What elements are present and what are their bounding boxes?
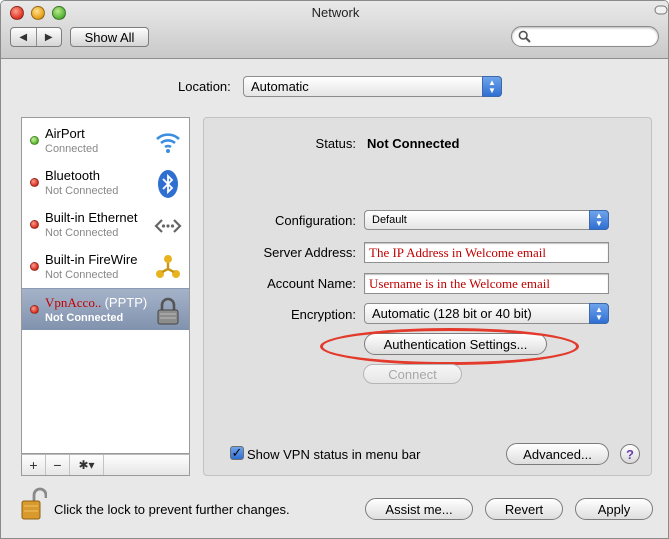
location-value: Automatic	[251, 79, 309, 94]
wifi-icon	[156, 133, 180, 153]
revert-button[interactable]: Revert	[485, 498, 563, 520]
lock-icon[interactable]	[21, 487, 47, 521]
show-vpn-status-label: Show VPN status in menu bar	[247, 447, 421, 462]
encryption-value: Automatic (128 bit or 40 bit)	[372, 306, 532, 321]
service-name: AirPort	[45, 126, 85, 141]
show-all-button[interactable]: Show All	[70, 27, 149, 47]
remove-service-button[interactable]: −	[46, 455, 70, 475]
service-name: Built-in FireWire	[45, 252, 138, 267]
status-value: Not Connected	[367, 136, 460, 151]
service-name-text: VpnAcco..	[45, 295, 102, 310]
location-label: Location:	[178, 79, 231, 94]
service-status: Connected	[45, 143, 99, 155]
back-forward-control: ◀ ▶	[10, 27, 62, 47]
connect-button[interactable]: Connect	[363, 364, 462, 384]
server-address-field[interactable]: The IP Address in Welcome email	[364, 242, 609, 263]
annotation-highlight	[320, 328, 579, 365]
status-indicator-icon	[30, 262, 39, 271]
service-list-toolbar: + − ✱▾	[21, 454, 190, 476]
configuration-label: Configuration:	[275, 213, 356, 228]
service-item-vpn[interactable]: VpnAcco.. (PPTP) Not Connected	[22, 288, 189, 330]
detail-panel	[203, 117, 652, 476]
advanced-button[interactable]: Advanced...	[506, 443, 609, 465]
popup-arrows-icon: ▲ ▼	[589, 210, 609, 230]
toolbar-toggle-button[interactable]	[654, 1, 668, 23]
network-preferences-window: Network ◀ ▶ Show All Location: Automatic…	[0, 0, 669, 539]
assist-me-button[interactable]: Assist me...	[365, 498, 473, 520]
location-popup[interactable]: Automatic ▲ ▼	[243, 76, 502, 97]
server-address-label: Server Address:	[263, 245, 357, 260]
add-service-button[interactable]: +	[22, 455, 46, 475]
service-name: Bluetooth	[45, 168, 100, 183]
firewire-icon	[156, 255, 180, 278]
service-item-firewire[interactable]: Built-in FireWire Not Connected	[22, 246, 189, 288]
service-status: Not Connected	[45, 269, 119, 281]
vpn-lock-icon	[157, 297, 179, 325]
configuration-popup[interactable]: Default ▲ ▼	[364, 210, 609, 230]
service-name: VpnAcco.. (PPTP)	[45, 295, 147, 311]
service-item-bluetooth[interactable]: Bluetooth Not Connected	[22, 162, 189, 204]
service-name: Built-in Ethernet	[45, 210, 138, 225]
status-label: Status:	[315, 136, 356, 151]
lock-message: Click the lock to prevent further change…	[54, 502, 290, 517]
service-list: AirPort Connected Bluetooth Not Connecte…	[21, 117, 190, 454]
popup-arrows-icon: ▲ ▼	[482, 76, 502, 97]
encryption-label: Encryption:	[290, 307, 356, 322]
account-name-label: Account Name:	[267, 276, 356, 291]
search-icon	[518, 30, 531, 43]
configuration-value: Default	[372, 214, 407, 226]
bluetooth-icon	[158, 170, 178, 198]
search-input[interactable]	[511, 26, 659, 47]
back-button[interactable]: ◀	[11, 28, 36, 46]
service-name-suffix: (PPTP)	[104, 295, 148, 310]
status-indicator-icon	[30, 305, 39, 314]
status-indicator-icon	[30, 136, 39, 145]
status-indicator-icon	[30, 220, 39, 229]
apply-button[interactable]: Apply	[575, 498, 653, 520]
service-item-airport[interactable]: AirPort Connected	[22, 120, 189, 162]
titlebar: Network ◀ ▶ Show All	[1, 1, 668, 59]
show-vpn-status-checkbox[interactable]: ✓	[230, 446, 244, 460]
account-name-field[interactable]: Username is in the Welcome email	[364, 273, 609, 294]
popup-arrows-icon: ▲ ▼	[589, 303, 609, 324]
encryption-popup[interactable]: Automatic (128 bit or 40 bit) ▲ ▼	[364, 303, 609, 324]
ethernet-icon	[154, 219, 182, 233]
help-button[interactable]: ?	[620, 444, 640, 464]
service-status: Not Connected	[45, 227, 119, 239]
gear-icon[interactable]: ✱▾	[70, 455, 104, 475]
service-status: Not Connected	[45, 185, 119, 197]
window-title: Network	[311, 5, 360, 20]
service-status: Not Connected	[45, 312, 124, 324]
service-item-ethernet[interactable]: Built-in Ethernet Not Connected	[22, 204, 189, 246]
status-indicator-icon	[30, 178, 39, 187]
forward-button[interactable]: ▶	[35, 28, 62, 46]
